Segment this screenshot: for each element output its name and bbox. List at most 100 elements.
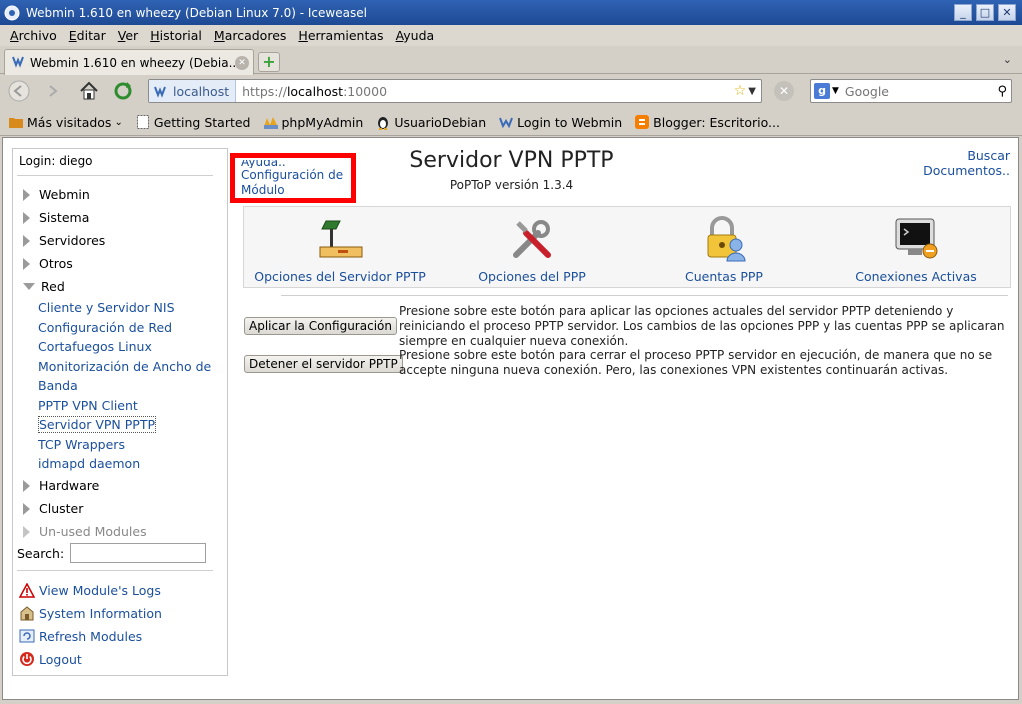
bookmark-login-webmin[interactable]: Login to Webmin xyxy=(498,114,622,130)
category-red[interactable]: Red xyxy=(23,279,65,294)
menu-historial[interactable]: Historial xyxy=(144,28,208,43)
module-search: Search: xyxy=(17,543,207,563)
bookmark-label: Blogger: Escritorio... xyxy=(653,114,780,130)
link-label: View Module's Logs xyxy=(39,582,161,598)
engine-dropdown-icon[interactable]: ▼ xyxy=(832,86,839,96)
bookmark-usuariodebian[interactable]: UsuarioDebian xyxy=(375,114,486,130)
search-docs-link[interactable]: Buscar xyxy=(923,148,1010,163)
icon-label: Conexiones Activas xyxy=(855,269,977,284)
bookmark-label: Getting Started xyxy=(153,114,251,130)
triangle-right-icon xyxy=(23,525,30,538)
system-info-icon xyxy=(19,605,35,621)
search-input[interactable] xyxy=(842,82,998,100)
menu-ayuda[interactable]: Ayuda xyxy=(390,28,441,43)
url-port: :10000 xyxy=(343,83,388,99)
tab-strip: Webmin 1.610 en wheezy (Debia... ✕ + ⌄ xyxy=(0,47,1022,75)
menu-herramientas[interactable]: Herramientas xyxy=(292,28,389,43)
module-label: idmapd daemon xyxy=(38,456,141,471)
tab-webmin[interactable]: Webmin 1.610 en wheezy (Debia... ✕ xyxy=(4,49,254,75)
refresh-modules-link[interactable]: Refresh Modules xyxy=(19,628,142,644)
maximize-button[interactable]: □ xyxy=(976,4,994,21)
icon-server-options[interactable]: Opciones del Servidor PPTP xyxy=(244,207,436,289)
icon-label: Opciones del Servidor PPTP xyxy=(254,269,426,284)
documents-link[interactable]: Documentos.. xyxy=(923,163,1010,178)
menu-editar[interactable]: Editar xyxy=(63,28,112,43)
bookmark-phpmyadmin[interactable]: phpMyAdmin xyxy=(263,114,363,130)
reload-button[interactable] xyxy=(110,79,136,103)
forward-button[interactable] xyxy=(40,79,66,103)
site-identity-label: localhost xyxy=(173,83,230,99)
module-link-bandwidth[interactable]: Monitorización de Ancho de Banda xyxy=(38,357,218,395)
menu-marcadores[interactable]: Marcadores xyxy=(208,28,293,43)
category-sistema[interactable]: Sistema xyxy=(23,210,89,225)
module-link-pptp-client[interactable]: PPTP VPN Client xyxy=(38,396,218,415)
module-label: TCP Wrappers xyxy=(38,437,125,452)
apply-configuration-description: Presione sobre este botón para aplicar l… xyxy=(399,304,1005,348)
module-label: Servidor VPN PPTP xyxy=(38,416,156,433)
url-history-dropdown-icon[interactable]: ▼ xyxy=(748,86,756,97)
module-label: Monitorización de Ancho de Banda xyxy=(38,359,212,393)
divider xyxy=(281,295,1008,296)
back-button[interactable] xyxy=(6,79,32,103)
stop-pptp-server-button[interactable]: Detener el servidor PPTP xyxy=(244,355,403,373)
url-text[interactable]: https://localhost:10000 xyxy=(236,84,734,99)
category-label: Servidores xyxy=(39,233,106,248)
category-servidores[interactable]: Servidores xyxy=(23,233,105,248)
module-link-network-config[interactable]: Configuración de Red xyxy=(38,318,218,337)
category-hardware[interactable]: Hardware xyxy=(23,478,99,493)
category-cluster[interactable]: Cluster xyxy=(23,501,83,516)
pma-icon xyxy=(263,114,279,130)
stop-button[interactable]: ✕ xyxy=(774,81,794,101)
icon-ppp-accounts[interactable]: Cuentas PPP xyxy=(628,207,820,289)
bookmark-label: Más visitados xyxy=(27,114,112,130)
icon-active-connections[interactable]: Conexiones Activas xyxy=(820,207,1012,289)
window-title: Webmin 1.610 en wheezy (Debian Linux 7.0… xyxy=(26,5,367,20)
page-title: Servidor VPN PPTP xyxy=(409,148,614,173)
red-highlight-annotation xyxy=(230,153,356,203)
module-link-nis[interactable]: Cliente y Servidor NIS xyxy=(38,298,218,317)
category-label: Cluster xyxy=(39,501,84,516)
tab-list-chevron-icon[interactable]: ⌄ xyxy=(1003,53,1012,66)
category-unused-modules[interactable]: Un-used Modules xyxy=(23,524,147,539)
search-bar[interactable]: g ▼ ⚲ xyxy=(810,79,1012,103)
url-bar[interactable]: localhost https://localhost:10000 ☆ ▼ xyxy=(148,79,762,103)
webmin-favicon-icon xyxy=(11,54,25,71)
bookmark-blogger[interactable]: Blogger: Escritorio... xyxy=(634,114,780,130)
triangle-right-icon xyxy=(23,479,30,492)
system-information-link[interactable]: System Information xyxy=(19,605,162,621)
module-link-idmapd[interactable]: idmapd daemon xyxy=(38,454,218,473)
url-host: localhost xyxy=(286,83,344,99)
icon-ppp-options[interactable]: Opciones del PPP xyxy=(436,207,628,289)
module-link-pptp-server[interactable]: Servidor VPN PPTP xyxy=(38,415,218,434)
binoculars-icon[interactable]: ⚲ xyxy=(997,84,1007,99)
menu-ver[interactable]: Ver xyxy=(112,28,144,43)
google-engine-icon[interactable]: g xyxy=(814,83,830,99)
module-link-tcp-wrappers[interactable]: TCP Wrappers xyxy=(38,435,218,454)
bookmark-star-icon[interactable]: ☆ xyxy=(734,83,747,99)
triangle-right-icon xyxy=(23,502,30,515)
menu-archivo[interactable]: Archivo xyxy=(4,28,63,43)
bookmark-getting-started[interactable]: Getting Started xyxy=(135,114,251,130)
left-navigation-frame: Login: diego Webmin Sistema Servidores O… xyxy=(12,148,228,676)
back-arrow-icon xyxy=(8,80,30,102)
category-otros[interactable]: Otros xyxy=(23,256,73,271)
home-button[interactable] xyxy=(76,79,102,103)
triangle-right-icon xyxy=(23,211,30,224)
reload-icon xyxy=(114,82,132,100)
site-identity-button[interactable]: localhost xyxy=(149,80,237,102)
module-link-firewall[interactable]: Cortafuegos Linux xyxy=(38,337,218,356)
apply-configuration-button[interactable]: Aplicar la Configuración xyxy=(244,317,397,335)
tab-close-icon[interactable]: ✕ xyxy=(235,55,249,70)
close-window-button[interactable]: ✕ xyxy=(998,4,1016,21)
bookmark-label: Login to Webmin xyxy=(517,114,623,130)
minimize-button[interactable]: _ xyxy=(954,4,972,21)
new-tab-button[interactable]: + xyxy=(258,52,280,72)
link-label: Logout xyxy=(39,651,82,667)
view-module-logs-link[interactable]: View Module's Logs xyxy=(19,582,161,598)
logout-link[interactable]: Logout xyxy=(19,651,82,667)
home-icon xyxy=(80,81,98,100)
search-label: Search: xyxy=(17,545,65,561)
bookmark-mas-visitados[interactable]: Más visitados ⌄ xyxy=(8,114,123,130)
triangle-down-icon xyxy=(23,283,35,290)
module-search-input[interactable] xyxy=(70,543,207,563)
